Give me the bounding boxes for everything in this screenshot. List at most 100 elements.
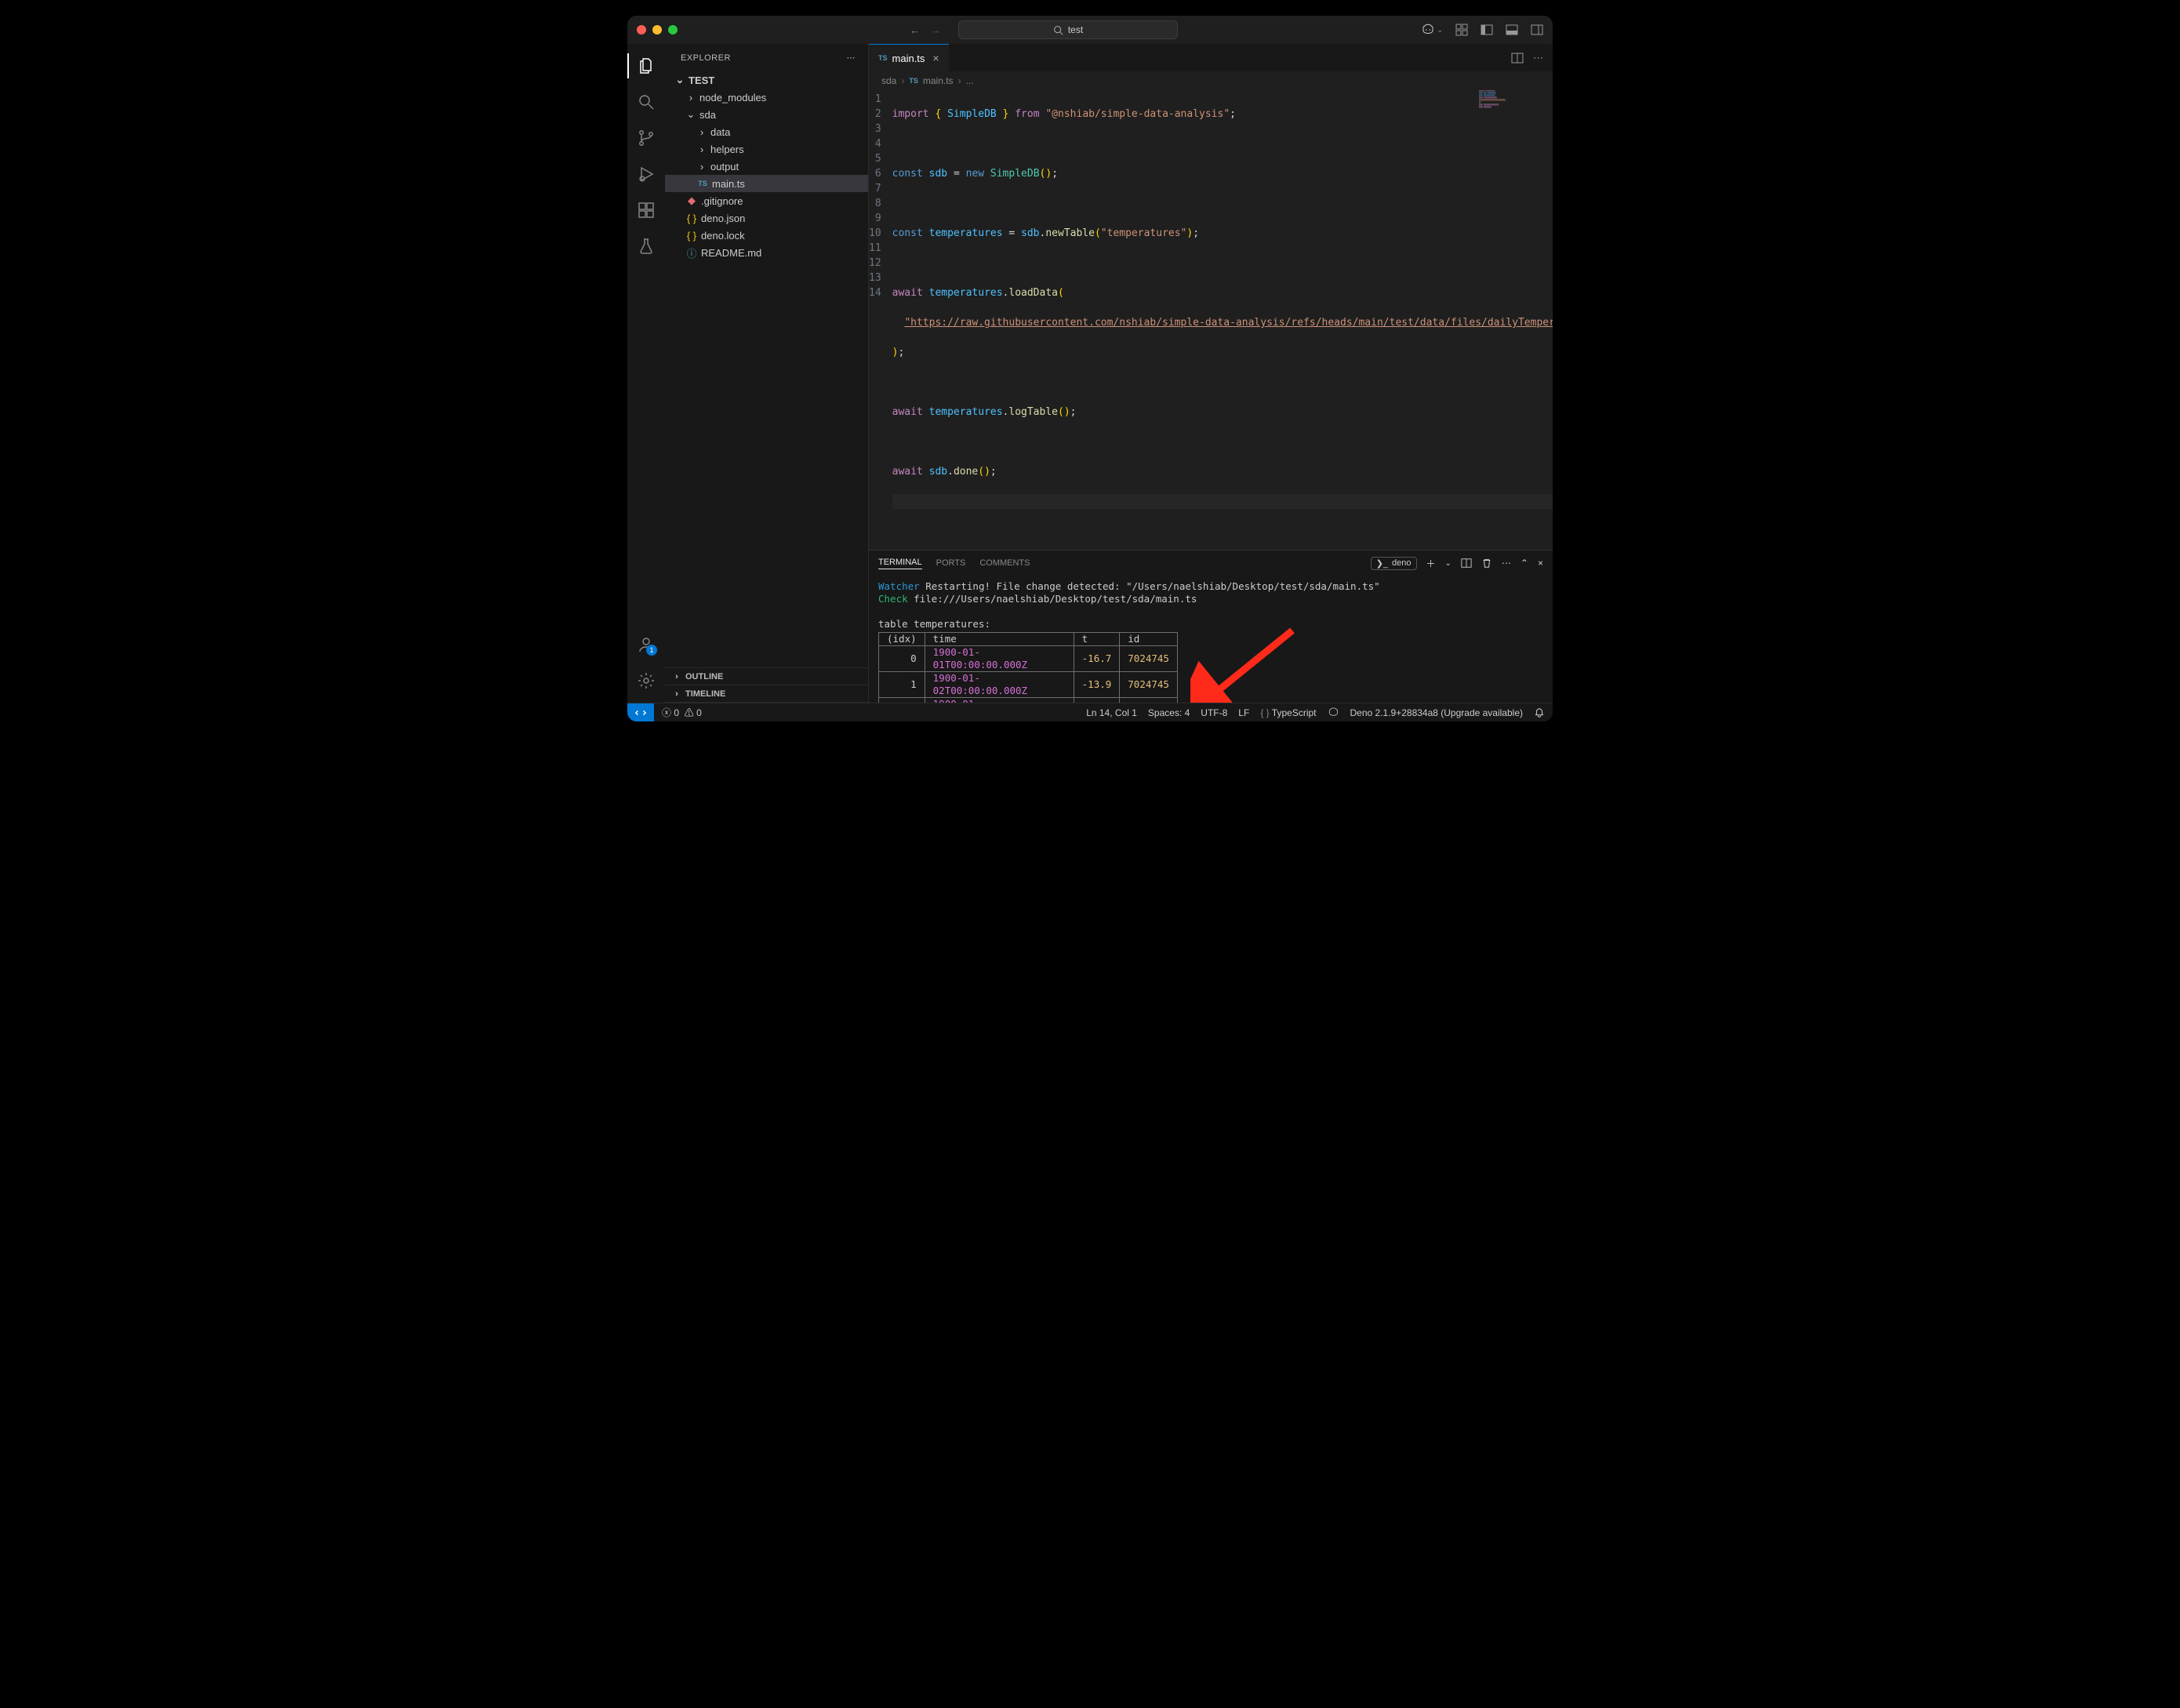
kill-terminal-icon[interactable] [1481,558,1492,569]
minimize-window-button[interactable] [652,25,662,35]
nav-forward-button[interactable]: → [931,24,941,36]
explorer-sidebar: EXPLORER ⋯ ⌄ TEST › node_modules ⌄ sda › [665,44,869,703]
explorer-more-icon[interactable]: ⋯ [847,53,856,63]
split-editor-icon[interactable] [1511,52,1524,64]
panel-tab-ports[interactable]: PORTS [936,558,966,568]
chevron-right-icon: › [671,672,682,681]
chevron-right-icon: › [671,689,682,699]
beaker-icon [637,237,656,256]
layout-customize-icon[interactable] [1455,24,1468,36]
status-indentation[interactable]: Spaces: 4 [1148,707,1190,718]
workspace-root[interactable]: ⌄ TEST [665,71,868,89]
terminal-dropdown-icon[interactable]: ⌄ [1445,559,1452,568]
tab-main-ts[interactable]: TS main.ts × [869,44,949,71]
outline-section[interactable]: › OUTLINE [665,668,868,685]
error-icon: ⓧ [662,707,671,718]
folder-sda[interactable]: ⌄ sda [665,106,868,123]
gear-icon [637,671,656,690]
warning-icon: ⚠ [685,707,694,718]
terminal-table-title: table temperatures: [878,618,1543,631]
remote-indicator[interactable] [627,703,654,722]
activity-run-debug[interactable] [627,158,665,190]
status-notifications-icon[interactable] [1534,707,1545,718]
close-panel-icon[interactable]: × [1538,558,1543,569]
history-nav: ← → [910,24,941,36]
folder-output[interactable]: › output [665,158,868,175]
chevron-right-icon: › [696,144,707,155]
search-text: test [1068,24,1083,35]
search-icon [1053,25,1063,35]
editor-tabs: TS main.ts × ⋯ [869,44,1553,71]
toggle-secondary-sidebar-icon[interactable] [1531,24,1543,36]
status-problems[interactable]: ⓧ 0 ⚠ 0 [662,706,702,719]
editor-area: TS main.ts × ⋯ sda › TS main.ts › ... [869,44,1553,703]
terminal-icon: ❯_ [1376,558,1388,569]
activity-extensions[interactable] [627,194,665,226]
chevron-down-icon: ⌄ [674,74,685,86]
table-row: 21900-01-03T00:00:00.000Z-15.67024745 [879,698,1178,703]
code-editor[interactable]: 1234567891011121314 import { SimpleDB } … [869,90,1553,550]
file-readme[interactable]: ⓘ README.md [665,244,868,261]
activity-explorer[interactable] [627,50,665,82]
status-copilot[interactable] [1328,707,1339,718]
activity-testing[interactable] [627,231,665,262]
file-deno-json[interactable]: { } deno.json [665,209,868,227]
status-deno[interactable]: Deno 2.1.9+28834a8 (Upgrade available) [1350,707,1524,718]
folder-helpers[interactable]: › helpers [665,140,868,158]
timeline-section[interactable]: › TIMELINE [665,685,868,703]
search-icon [637,93,656,111]
folder-data[interactable]: › data [665,123,868,140]
file-main-ts[interactable]: TS main.ts [665,175,868,192]
editor-more-icon[interactable]: ⋯ [1533,52,1543,64]
activity-settings[interactable] [627,665,665,696]
copilot-button[interactable]: ⌄ [1421,23,1443,37]
terminal-launch-profile[interactable]: ❯_ deno [1371,557,1417,570]
folder-node-modules[interactable]: › node_modules [665,89,868,106]
command-center[interactable]: test [958,20,1178,39]
breadcrumb[interactable]: sda › TS main.ts › ... [869,71,1553,90]
activity-bar: 1 [627,44,665,703]
zoom-window-button[interactable] [668,25,678,35]
toggle-sidebar-icon[interactable] [1481,24,1493,36]
git-branch-icon [637,129,656,147]
remote-icon [635,707,646,718]
terminal-table: (idx) time t id 01900-01-01T00:00:00.000… [878,632,1178,703]
status-language[interactable]: { } TypeScript [1260,707,1316,718]
terminal-output[interactable]: Watcher Restarting! File change detected… [869,576,1553,703]
copilot-icon [1328,707,1339,718]
title-bar: ← → test ⌄ [627,16,1553,44]
file-gitignore[interactable]: ◆ .gitignore [665,192,868,209]
activity-source-control[interactable] [627,122,665,154]
table-row: 01900-01-01T00:00:00.000Z-16.77024745 [879,646,1178,672]
file-deno-lock[interactable]: { } deno.lock [665,227,868,244]
maximize-panel-icon[interactable]: ⌃ [1521,558,1528,569]
activity-accounts[interactable]: 1 [627,629,665,660]
info-file-icon: ⓘ [685,245,698,260]
typescript-file-icon: TS [878,54,888,62]
extensions-icon [637,201,656,220]
status-encoding[interactable]: UTF-8 [1201,707,1227,718]
new-terminal-icon[interactable]: ＋ [1426,557,1436,570]
table-row: 11900-01-02T00:00:00.000Z-13.97024745 [879,672,1178,698]
status-cursor-position[interactable]: Ln 14, Col 1 [1086,707,1137,718]
status-eol[interactable]: LF [1238,707,1249,718]
panel-more-icon[interactable]: ⋯ [1502,558,1511,569]
split-terminal-icon[interactable] [1461,558,1472,569]
chevron-right-icon: › [696,126,707,138]
code-content: import { SimpleDB } from "@nshiab/simple… [892,90,1553,539]
toggle-bottom-panel-icon[interactable] [1506,24,1518,36]
files-icon [637,56,656,75]
status-bar: ⓧ 0 ⚠ 0 Ln 14, Col 1 Spaces: 4 UTF-8 LF … [627,703,1553,721]
nav-back-button[interactable]: ← [910,24,920,36]
annotation-arrow [1190,623,1300,703]
activity-search[interactable] [627,86,665,118]
panel-tab-comments[interactable]: COMMENTS [979,558,1030,568]
chevron-down-icon: ⌄ [1437,26,1443,35]
bottom-panel: TERMINAL PORTS COMMENTS ❯_ deno ＋ ⌄ [869,550,1553,703]
typescript-file-icon: TS [696,180,709,187]
panel-tab-terminal[interactable]: TERMINAL [878,558,922,569]
chevron-right-icon: › [685,92,696,104]
close-window-button[interactable] [637,25,646,35]
typescript-file-icon: TS [909,77,918,85]
close-tab-icon[interactable]: × [932,52,939,64]
